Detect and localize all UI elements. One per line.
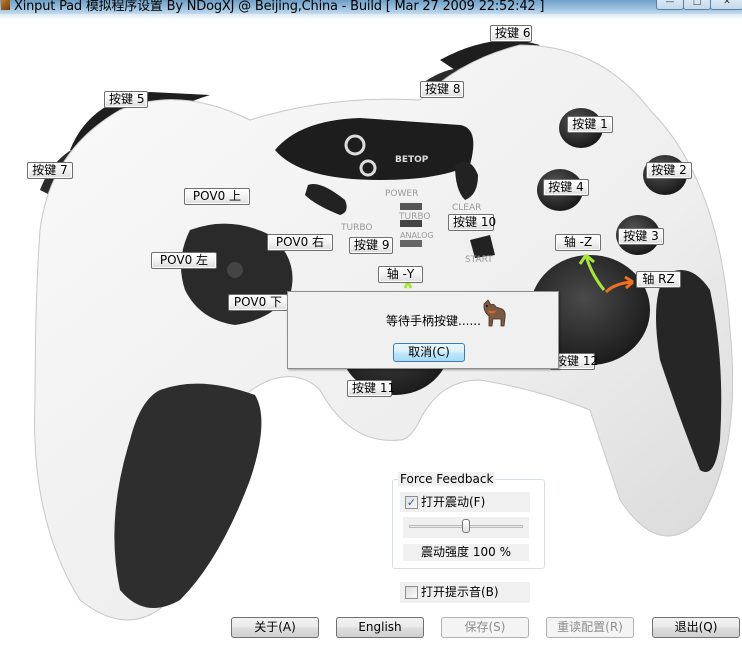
close-icon: ✕ [723,0,731,7]
app-icon [1,0,10,10]
button-5-label[interactable]: 按键 5 [104,91,148,108]
title-bar: Xinput Pad 模拟程序设置 By NDogXJ @ Beijing,Ch… [0,0,742,14]
vibration-checkbox-label[interactable]: 打开震动(F) [421,496,485,509]
cancel-button[interactable]: 取消(C) [393,343,465,362]
save-button[interactable]: 保存(S) [441,617,529,638]
sound-checkbox-label[interactable]: 打开提示音(B) [421,586,499,599]
force-feedback-legend: Force Feedback [398,472,496,486]
button-9-label[interactable]: 按键 9 [349,237,393,254]
pov-right-label[interactable]: POV0 右 [267,234,333,251]
maximize-button[interactable]: □ [683,0,711,10]
pov-down-label[interactable]: POV0 下 [228,294,288,311]
close-button[interactable]: ✕ [710,0,742,10]
language-button[interactable]: English [336,617,424,638]
about-button[interactable]: 关于(A) [231,617,319,638]
slider-thumb[interactable] [462,519,470,533]
button-6-label[interactable]: 按键 6 [490,25,532,42]
reload-config-button[interactable]: 重读配置(R) [546,617,634,638]
button-3-label[interactable]: 按键 3 [618,228,664,245]
axis-rz-label[interactable]: 轴 RZ [636,271,681,288]
analog-led [400,240,422,247]
brand-logo: BETOP [395,155,429,165]
dog-icon [483,299,506,327]
svg-text:TURBO: TURBO [398,212,430,222]
svg-text:START: START [465,255,493,265]
button-2-label[interactable]: 按键 2 [646,162,692,179]
button-7-label[interactable]: 按键 7 [27,162,73,179]
svg-text:POWER: POWER [385,189,418,199]
button-10-label[interactable]: 按键 10 [448,214,496,231]
pov-left-label[interactable]: POV0 左 [151,252,217,269]
svg-text:TURBO: TURBO [340,223,372,233]
svg-text:ANALOG: ANALOG [400,231,434,240]
check-icon: ✓ [406,496,417,509]
power-led [400,203,422,210]
exit-button[interactable]: 退出(Q) [652,617,740,638]
axis-y-label[interactable]: 轴 -Y [378,266,423,283]
waiting-message: 等待手柄按键...... [386,314,481,328]
vibration-strength-label: 震动强度 100 % [403,544,529,561]
maximize-icon: □ [692,0,702,7]
svg-text:CLEAR: CLEAR [452,203,481,213]
button-4-label[interactable]: 按键 4 [543,179,589,196]
window-title: Xinput Pad 模拟程序设置 By NDogXJ @ Beijing,Ch… [14,0,545,14]
axis-z-label[interactable]: 轴 -Z [555,234,601,251]
pov-up-label[interactable]: POV0 上 [184,188,250,205]
minimize-button[interactable]: — [656,0,684,10]
vibration-checkbox[interactable]: ✓ [405,496,418,509]
button-8-label[interactable]: 按键 8 [420,81,464,98]
sound-checkbox[interactable] [405,586,418,599]
button-11-label[interactable]: 按键 11 [347,380,395,397]
minimize-icon: — [665,0,675,7]
button-1-label[interactable]: 按键 1 [567,116,613,133]
waiting-dialog: 等待手柄按键...... 取消(C) [287,291,559,369]
